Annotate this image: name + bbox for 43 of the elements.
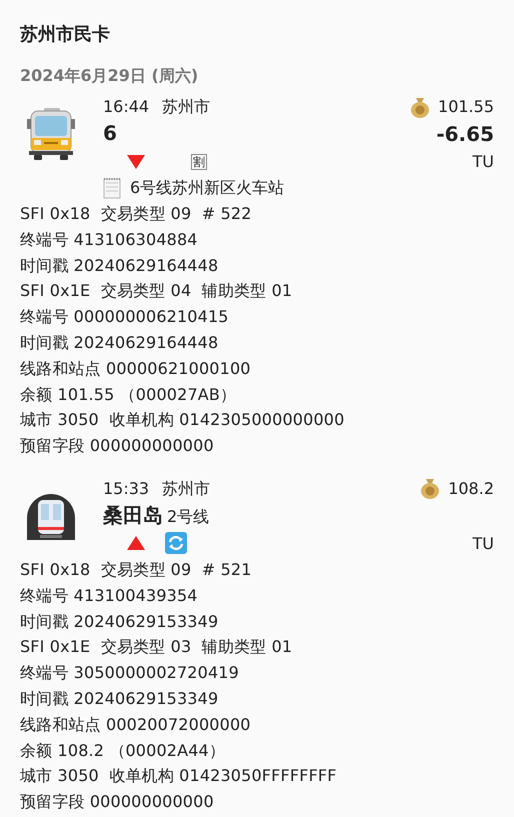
detail-line: 城市 3050 收单机构 0142305000000000 xyxy=(20,409,346,432)
detail-line: SFI 0x1E 交易类型 03 辅助类型 01 xyxy=(20,636,294,658)
detail-line: SFI 0x18 交易类型 09 # 521 xyxy=(20,558,253,581)
trip-city: 苏州市 xyxy=(162,478,210,498)
detail-line: 线路和站点 00000621000100 xyxy=(20,358,252,380)
route-title: 6 xyxy=(103,121,117,145)
date-heading: 2024年6月29日 (周六) xyxy=(20,65,200,87)
detail-line: 预留字段 000000000000 xyxy=(20,435,215,458)
detail-line: 时间戳 20240629164448 xyxy=(20,254,220,277)
trip-note: 6号线苏州新区火车站 xyxy=(130,177,284,199)
detail-line: 时间戳 20240629153349 xyxy=(20,610,220,633)
detail-line: 余额 108.2 （00002A44） xyxy=(20,740,226,762)
trip-city: 苏州市 xyxy=(162,97,210,116)
detail-line: 终端号 000000006210415 xyxy=(20,306,230,328)
fare-amount: -6.65 xyxy=(436,120,494,148)
balance-amount: 101.55 xyxy=(438,96,494,118)
detail-line: 时间戳 20240629153349 xyxy=(20,688,220,710)
trip-time: 15:33 xyxy=(103,478,150,498)
detail-line: 时间戳 20240629164448 xyxy=(20,332,220,354)
discount-badge: 割 xyxy=(191,154,207,170)
up-triangle-icon xyxy=(127,536,145,550)
detail-line: SFI 0x18 交易类型 09 # 522 xyxy=(20,203,253,225)
balance-amount: 108.2 xyxy=(448,478,494,500)
train-icon xyxy=(25,492,77,540)
currency-unit: TU xyxy=(472,532,494,555)
route-line: 2号线 xyxy=(167,506,210,526)
trip-time: 16:44 xyxy=(103,97,150,116)
detail-line: SFI 0x1E 交易类型 04 辅助类型 01 xyxy=(20,280,294,302)
detail-line: 城市 3050 收单机构 01423050FFFFFFFF xyxy=(20,765,338,788)
detail-line: 终端号 3050000002720419 xyxy=(20,662,240,684)
money-bag-icon xyxy=(420,477,440,500)
money-bag-icon xyxy=(410,96,430,118)
route-title: 桑田岛 xyxy=(103,502,163,527)
currency-unit: TU xyxy=(472,151,494,173)
refresh-icon xyxy=(165,532,187,554)
bus-icon xyxy=(25,107,77,161)
detail-line: 余额 101.55 （000027AB） xyxy=(20,384,238,406)
detail-line: 预留字段 000000000000 xyxy=(20,791,215,814)
detail-line: 终端号 413100439354 xyxy=(20,584,199,607)
page-title: 苏州市民卡 xyxy=(20,23,111,47)
detail-line: 线路和站点 00020072000000 xyxy=(20,714,252,736)
notepad-icon xyxy=(103,177,121,199)
detail-line: 终端号 413106304884 xyxy=(20,228,199,251)
